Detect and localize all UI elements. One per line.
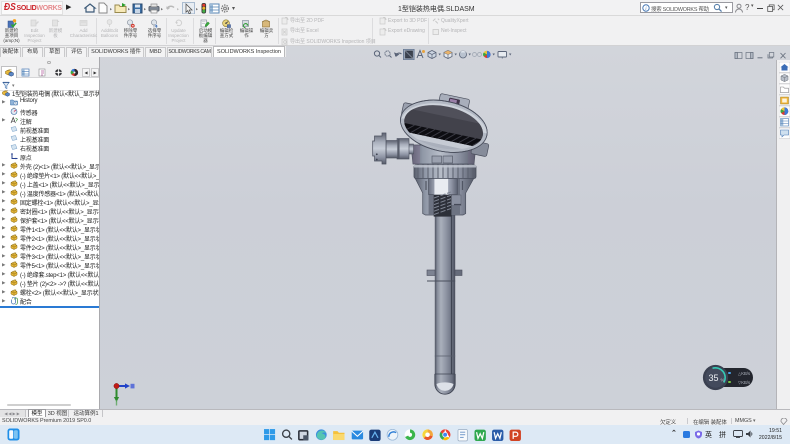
svg-text:%: % — [721, 378, 725, 383]
svg-text:35: 35 — [708, 373, 718, 383]
